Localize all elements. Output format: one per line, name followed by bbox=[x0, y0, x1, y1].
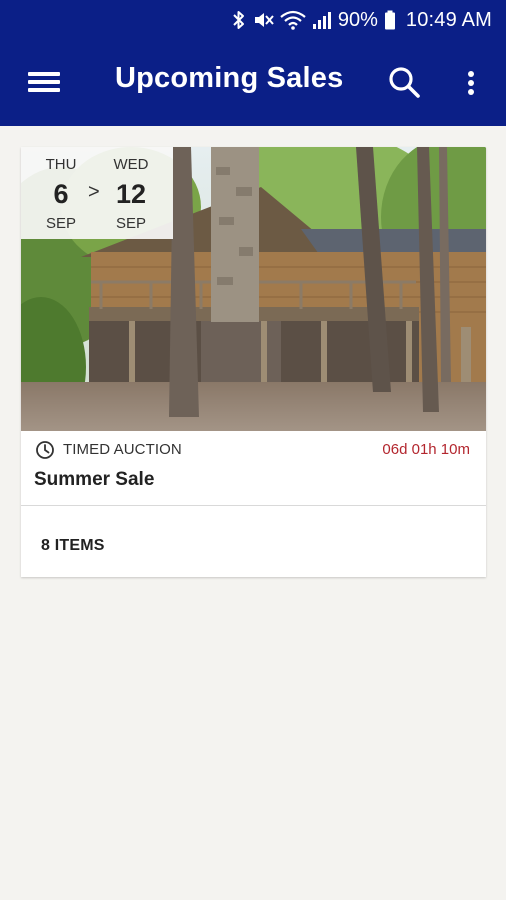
sale-card[interactable]: THU 6 SEP > WED 12 SEP TIMED AUCTION 06d… bbox=[21, 147, 486, 577]
countdown-timer: 06d 01h 10m bbox=[382, 441, 470, 458]
items-count[interactable]: 8 ITEMS bbox=[41, 537, 105, 555]
start-month: SEP bbox=[45, 215, 76, 232]
start-day: 6 bbox=[53, 179, 69, 209]
search-button[interactable] bbox=[386, 64, 424, 102]
search-icon bbox=[389, 67, 420, 98]
end-day-of-week: WED bbox=[113, 156, 149, 173]
more-vert-icon bbox=[468, 71, 474, 77]
app-bar: Upcoming Sales bbox=[0, 40, 506, 126]
menu-icon-bar bbox=[28, 80, 60, 84]
sale-dates: THU 6 SEP > WED 12 SEP bbox=[21, 147, 173, 239]
menu-icon bbox=[28, 72, 60, 76]
menu-icon-bar bbox=[28, 88, 60, 92]
sale-title: Summer Sale bbox=[34, 469, 155, 490]
start-day-of-week: THU bbox=[45, 156, 77, 173]
more-vert-dot bbox=[468, 80, 474, 86]
status-bar: 90% 10:49 AM bbox=[0, 0, 506, 40]
divider bbox=[21, 505, 486, 506]
status-time: 10:49 AM bbox=[405, 8, 492, 31]
page-title: Upcoming Sales bbox=[115, 62, 344, 94]
sale-photo: THU 6 SEP > WED 12 SEP bbox=[21, 147, 486, 431]
sale-type: TIMED AUCTION bbox=[63, 441, 182, 458]
battery-icon bbox=[384, 9, 396, 31]
end-day: 12 bbox=[115, 179, 147, 209]
cell-signal-icon bbox=[312, 9, 332, 31]
wifi-icon bbox=[280, 9, 306, 31]
battery-percent: 90% bbox=[337, 8, 378, 31]
sale-info: TIMED AUCTION 06d 01h 10m Summer Sale bbox=[21, 431, 486, 505]
mute-vibrate-icon bbox=[252, 9, 274, 31]
more-vert-dot bbox=[468, 89, 474, 95]
end-month: SEP bbox=[115, 215, 146, 232]
bluetooth-icon bbox=[232, 9, 246, 31]
date-range-arrow: > bbox=[88, 181, 100, 203]
menu-button[interactable] bbox=[24, 64, 64, 100]
clock-icon bbox=[36, 441, 54, 459]
more-options-button[interactable] bbox=[458, 64, 484, 102]
